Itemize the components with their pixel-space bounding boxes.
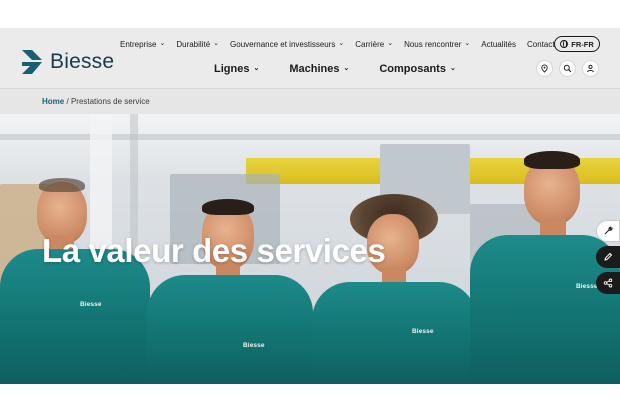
account-button[interactable] [582, 60, 599, 77]
shirt-logo: Biesse [576, 283, 598, 290]
topnav-item-contact[interactable]: Contact [527, 40, 555, 49]
brand-name: Biesse [50, 50, 115, 73]
globe-icon [560, 40, 569, 48]
topnav-item-nous-rencontrer[interactable]: Nous rencontrer ⌄ [404, 40, 470, 49]
chevron-down-icon: ⌄ [253, 64, 260, 72]
chevron-down-icon: ⌄ [159, 40, 166, 47]
chevron-down-icon: ⌄ [387, 40, 394, 47]
search-icon [563, 64, 572, 73]
hair [39, 178, 85, 192]
mainnav-item-machines[interactable]: Machines ⌄ [289, 63, 349, 75]
biesse-logo-mark-icon [22, 50, 42, 74]
topnav-item-durabilite[interactable]: Durabilité ⌄ [176, 40, 219, 49]
chevron-down-icon: ⌄ [449, 64, 456, 72]
topnav-item-entreprise[interactable]: Entreprise ⌄ [120, 40, 165, 49]
side-tool-edit-button[interactable] [596, 246, 620, 268]
user-icon [587, 64, 594, 73]
team-member-3: Biesse [312, 194, 477, 384]
chevron-down-icon: ⌄ [343, 64, 350, 72]
chevron-down-icon: ⌄ [213, 40, 220, 47]
teal-polo-shirt [147, 275, 313, 384]
location-pin-icon [541, 64, 548, 73]
teal-polo-shirt [312, 282, 477, 384]
search-button[interactable] [559, 60, 576, 77]
location-button[interactable] [536, 60, 553, 77]
side-tool-share-button[interactable] [596, 272, 620, 294]
site-header: Biesse Entreprise ⌄ Durabilité ⌄ Gouvernan… [0, 28, 620, 88]
top-nav: Entreprise ⌄ Durabilité ⌄ Gouvernance et i… [120, 40, 555, 49]
wrench-icon [604, 226, 613, 235]
topnav-item-actualites[interactable]: Actualités [481, 40, 516, 49]
biesse-logo[interactable]: Biesse [20, 48, 114, 76]
breadcrumb-separator: / [66, 97, 69, 106]
shirt-logo: Biesse [80, 301, 102, 308]
breadcrumb-home-link[interactable]: Home [42, 97, 64, 106]
pencil-icon [604, 252, 613, 261]
chevron-down-icon: ⌄ [464, 40, 471, 47]
language-selector[interactable]: FR-FR [554, 36, 600, 52]
mainnav-item-lignes[interactable]: Lignes ⌄ [214, 63, 259, 75]
topnav-item-gouvernance[interactable]: Gouvernance et investisseurs ⌄ [230, 40, 344, 49]
shirt-logo: Biesse [412, 328, 434, 335]
side-tools [596, 220, 620, 294]
share-icon [603, 278, 613, 288]
team-member-2: Biesse [145, 199, 315, 384]
main-nav: Lignes ⌄ Machines ⌄ Composants ⌄ [214, 63, 456, 75]
shirt-logo: Biesse [243, 342, 265, 349]
breadcrumb-current: Prestations de service [70, 97, 150, 106]
mainnav-item-composants[interactable]: Composants ⌄ [379, 63, 456, 75]
page-bottom-area [0, 384, 620, 414]
hero-title: La valeur des services [42, 232, 386, 269]
hair [202, 199, 254, 215]
side-tool-service-button[interactable] [596, 220, 620, 242]
team-member-1: Biesse [0, 174, 150, 384]
chevron-down-icon: ⌄ [338, 40, 345, 47]
breadcrumb-bar: Home / Prestations de service [0, 88, 620, 114]
hair [524, 151, 580, 169]
breadcrumb: Home / Prestations de service [42, 97, 150, 106]
topnav-item-carriere[interactable]: Carrière ⌄ [355, 40, 393, 49]
